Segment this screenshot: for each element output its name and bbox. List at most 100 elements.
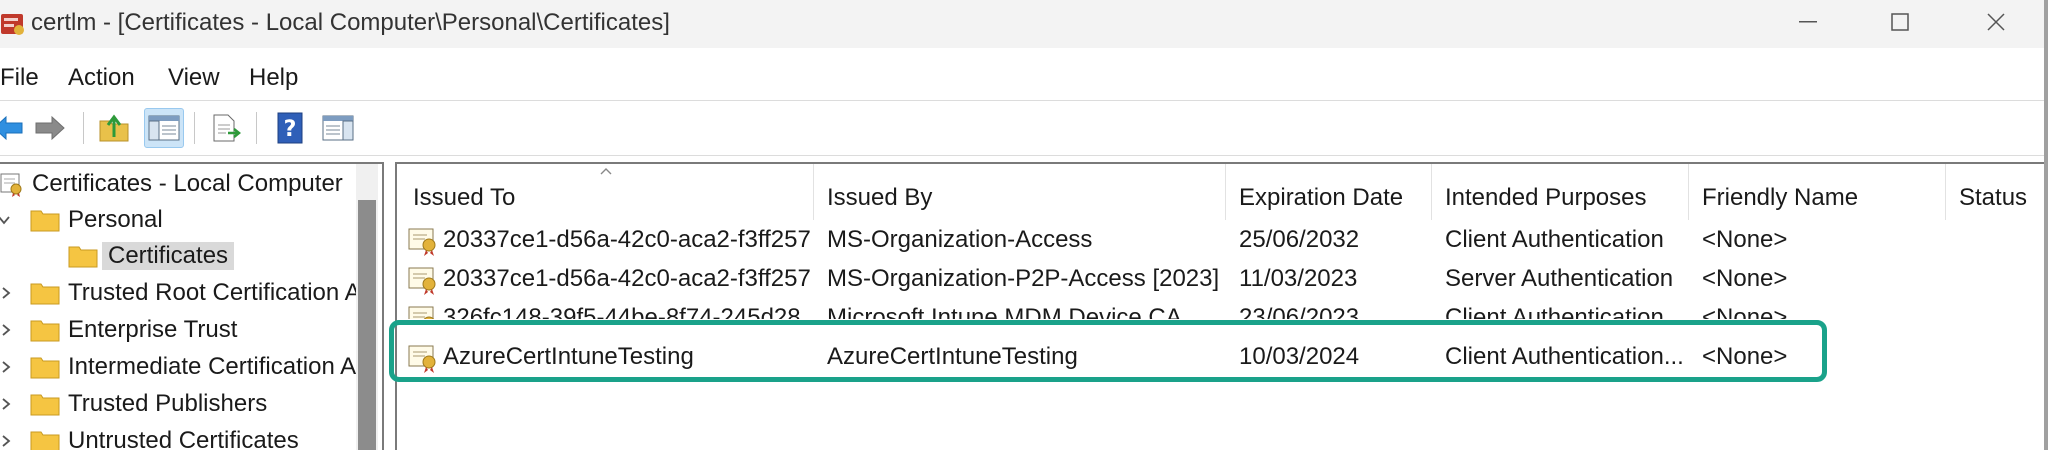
certificate-app-icon [1, 14, 24, 35]
cell-issued-to: 20337ce1-d56a-42c0-aca2-f3ff257... [443, 265, 813, 292]
menu-view[interactable]: View [168, 64, 220, 92]
cell-purposes: Server Authentication [1445, 265, 1674, 292]
back-button[interactable] [0, 108, 28, 148]
cell-issued-to: 326fc148-39f5-44be-8f74-245d28... [443, 304, 813, 319]
column-issued-by[interactable]: Issued By [827, 178, 932, 218]
column-expiration-date[interactable]: Expiration Date [1239, 178, 1403, 218]
tree-item-certificates[interactable]: Certificates [0, 238, 235, 274]
column-friendly-name[interactable]: Friendly Name [1702, 178, 1858, 218]
chevron-right-icon[interactable] [0, 396, 14, 412]
toolbar-separator [194, 112, 195, 144]
cell-issued-by: Microsoft Intune MDM Device CA [827, 304, 1182, 319]
cell-issued-to: 20337ce1-d56a-42c0-aca2-f3ff257... [443, 226, 813, 253]
show-hide-action-pane-button[interactable] [318, 108, 358, 148]
cell-friendly-name: <None> [1702, 226, 1788, 253]
tree-item-label: Intermediate Certification A [68, 353, 357, 380]
cell-friendly-name: <None> [1702, 343, 1788, 370]
table-row[interactable]: 20337ce1-d56a-42c0-aca2-f3ff257... MS-Or… [397, 221, 2044, 259]
window-title: certlm - [Certificates - Local Computer\… [31, 9, 670, 36]
chevron-right-icon[interactable] [0, 433, 14, 449]
tree-item-intermediate[interactable]: Intermediate Certification A [0, 349, 356, 385]
column-divider[interactable] [1945, 164, 1946, 220]
tree-item-label: Trusted Publishers [68, 390, 268, 417]
cell-purposes: Client Authentication [1445, 226, 1664, 253]
title-bar: certlm - [Certificates - Local Computer\… [0, 0, 2048, 48]
chevron-down-icon[interactable] [0, 212, 12, 228]
tree-item-trusted-publishers[interactable]: Trusted Publishers [0, 386, 267, 422]
menu-action[interactable]: Action [68, 64, 135, 92]
menu-bar: File Action View Help [0, 57, 2048, 99]
toolbar: ? [0, 104, 2048, 154]
toolbar-separator [256, 112, 257, 144]
cell-issued-to: AzureCertIntuneTesting [443, 343, 694, 370]
tree-item-trusted-root[interactable]: Trusted Root Certification A [0, 275, 361, 311]
forward-arrow-icon [35, 115, 65, 141]
help-button[interactable]: ? [270, 108, 310, 148]
tree-root[interactable]: Certificates - Local Computer [0, 166, 343, 202]
close-icon [1987, 13, 2005, 31]
certificate-list: Issued To Issued By Expiration Date Inte… [395, 162, 2044, 450]
maximize-icon [1891, 13, 1909, 31]
close-button[interactable] [1956, 0, 2036, 44]
svg-text:?: ? [284, 117, 297, 142]
column-divider[interactable] [1431, 164, 1432, 220]
show-hide-action-pane-icon [322, 115, 354, 141]
cell-expiration: 11/03/2023 [1239, 265, 1358, 292]
folder-icon [30, 320, 60, 342]
table-row-highlighted[interactable]: AzureCertIntuneTesting AzureCertIntuneTe… [397, 338, 2044, 376]
column-status[interactable]: Status [1959, 178, 2027, 218]
cell-purposes: Client Authentication... [1445, 343, 1684, 370]
console-tree: Certificates - Local Computer Personal C… [0, 162, 384, 450]
show-hide-console-tree-button[interactable] [144, 108, 184, 148]
menu-divider [0, 100, 2048, 101]
back-arrow-icon [0, 115, 23, 141]
tree-root-label: Certificates - Local Computer [32, 170, 343, 197]
folder-icon [30, 394, 60, 416]
cell-purposes: Client Authentication [1445, 304, 1664, 319]
tree-item-untrusted[interactable]: Untrusted Certificates [0, 423, 299, 450]
column-divider[interactable] [1225, 164, 1226, 220]
tree-item-label: Enterprise Trust [68, 316, 238, 343]
maximize-button[interactable] [1860, 0, 1940, 44]
chevron-right-icon[interactable] [0, 322, 14, 338]
cell-expiration: 23/06/2023 [1239, 304, 1360, 319]
column-intended-purposes[interactable]: Intended Purposes [1445, 178, 1646, 218]
cell-expiration: 10/03/2024 [1239, 343, 1360, 370]
column-issued-to[interactable]: Issued To [413, 178, 515, 218]
export-list-button[interactable] [206, 108, 246, 148]
cell-expiration: 25/06/2032 [1239, 226, 1360, 253]
table-row[interactable]: 326fc148-39f5-44be-8f74-245d28... Micros… [397, 299, 2044, 319]
tree-item-enterprise-trust[interactable]: Enterprise Trust [0, 312, 237, 348]
certificate-store-icon [0, 173, 22, 197]
tree-scroll-thumb[interactable] [358, 200, 376, 450]
menu-file[interactable]: File [0, 64, 39, 92]
chevron-right-icon[interactable] [0, 285, 14, 301]
cell-friendly-name: <None> [1702, 265, 1788, 292]
folder-icon [30, 431, 60, 450]
folder-icon [30, 210, 60, 232]
column-divider[interactable] [1688, 164, 1689, 220]
cell-friendly-name: <None> [1702, 304, 1788, 319]
minimize-icon [1799, 21, 1817, 23]
up-one-level-button[interactable] [94, 108, 134, 148]
help-icon: ? [277, 112, 303, 144]
chevron-right-icon[interactable] [0, 359, 14, 375]
certificate-icon [408, 267, 436, 295]
show-hide-console-tree-icon [148, 115, 180, 141]
cell-issued-by: AzureCertIntuneTesting [827, 343, 1078, 370]
cell-issued-by: MS-Organization-P2P-Access [2023] [827, 265, 1220, 292]
export-list-icon [213, 114, 242, 142]
forward-button[interactable] [30, 108, 70, 148]
table-row[interactable]: 20337ce1-d56a-42c0-aca2-f3ff257... MS-Or… [397, 260, 2044, 298]
window-edge [2044, 0, 2048, 450]
certificate-icon [408, 345, 436, 373]
column-divider[interactable] [813, 164, 814, 220]
tree-item-label: Trusted Root Certification A [68, 279, 361, 306]
minimize-button[interactable] [1768, 0, 1848, 44]
menu-help[interactable]: Help [249, 64, 298, 92]
folder-icon [68, 246, 98, 268]
up-folder-icon [99, 114, 129, 142]
folder-icon [30, 283, 60, 305]
tree-item-personal[interactable]: Personal [0, 202, 163, 238]
tree-scrollbar[interactable] [356, 164, 378, 450]
